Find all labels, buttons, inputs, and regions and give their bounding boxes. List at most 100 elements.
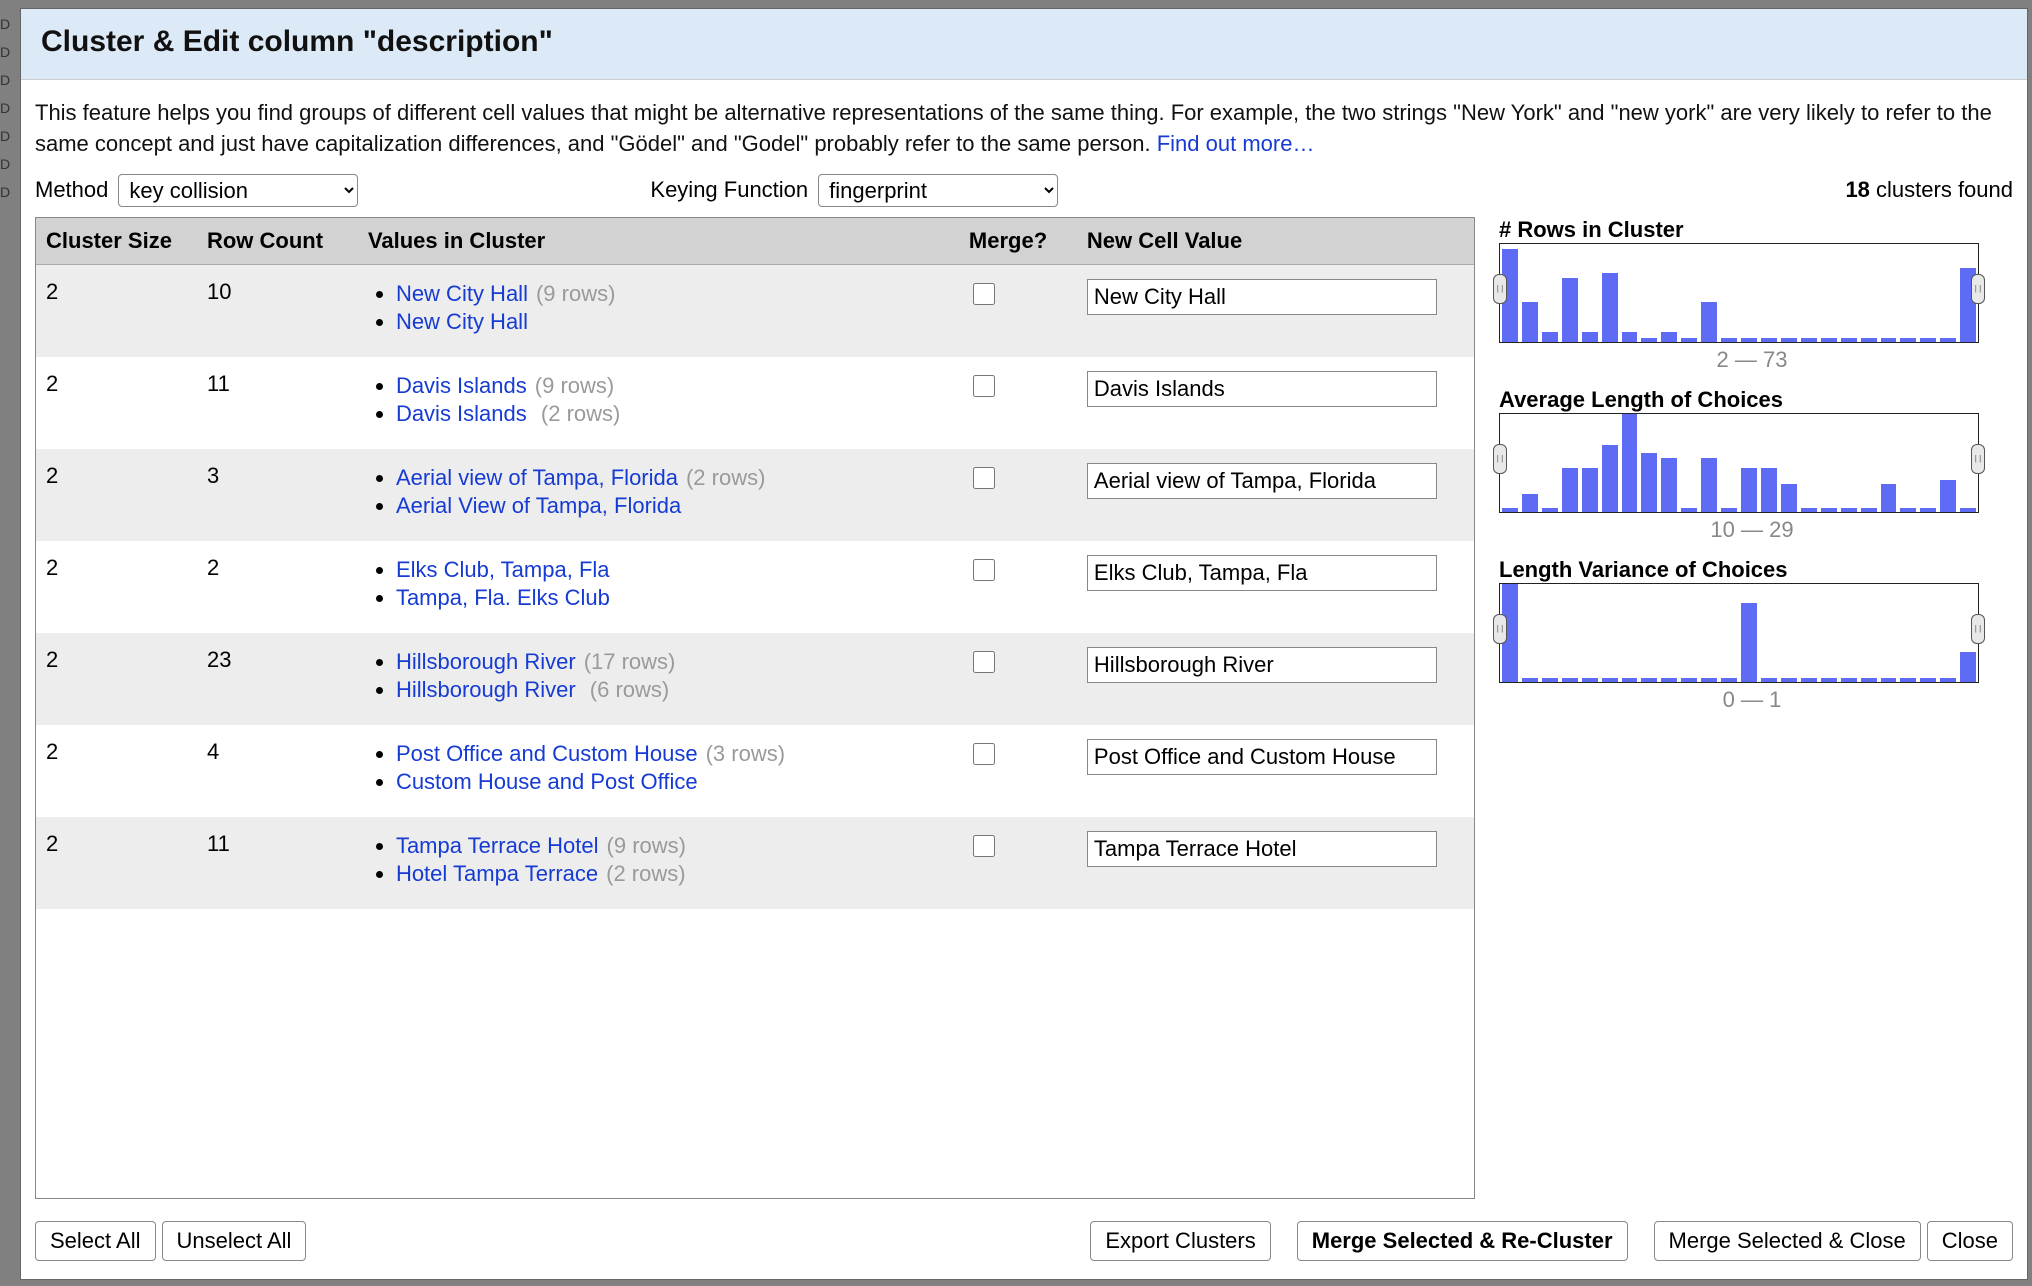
cluster-value-link[interactable]: Elks Club, Tampa, Fla	[396, 557, 610, 582]
table-row: 24Post Office and Custom House(3 rows)Cu…	[36, 725, 1474, 817]
histogram-bar	[1641, 678, 1657, 682]
cell-new-value	[1077, 264, 1474, 357]
cell-new-value	[1077, 725, 1474, 817]
row-count-note: (9 rows)	[535, 373, 614, 398]
histogram-bar	[1721, 338, 1737, 342]
histogram-bar	[1761, 678, 1777, 682]
histogram-bar	[1841, 508, 1857, 512]
cluster-value-link[interactable]: Hotel Tampa Terrace	[396, 861, 598, 886]
histogram-bar	[1741, 338, 1757, 342]
cell-merge	[959, 817, 1077, 909]
histogram-bar	[1940, 338, 1956, 342]
new-value-input[interactable]	[1087, 647, 1437, 683]
edge-marker: D	[0, 66, 20, 94]
cell-values: Hillsborough River(17 rows)Hillsborough …	[358, 633, 959, 725]
histogram-bar	[1881, 484, 1897, 511]
cell-row-count: 10	[197, 264, 358, 357]
intro-text: This feature helps you find groups of di…	[35, 98, 2013, 160]
select-all-button[interactable]: Select All	[35, 1221, 156, 1261]
histogram-bar	[1900, 338, 1916, 342]
hist2-box[interactable]: | | | |	[1499, 413, 1979, 513]
row-count-note: (3 rows)	[706, 741, 785, 766]
hist1-box[interactable]: | | | |	[1499, 243, 1979, 343]
histogram-bar	[1661, 458, 1677, 512]
cluster-value-link[interactable]: Hillsborough River	[396, 649, 576, 674]
cell-values: Aerial view of Tampa, Florida(2 rows)Aer…	[358, 449, 959, 541]
histogram-bar	[1861, 338, 1877, 342]
edge-marker: D	[0, 150, 20, 178]
cell-values: New City Hall(9 rows)New City Hall	[358, 264, 959, 357]
new-value-input[interactable]	[1087, 279, 1437, 315]
list-item: Aerial view of Tampa, Florida(2 rows)	[396, 465, 949, 491]
histogram-bar	[1681, 338, 1697, 342]
cluster-value-link[interactable]: Aerial View of Tampa, Florida	[396, 493, 681, 518]
hist3-box[interactable]: | | | |	[1499, 583, 1979, 683]
unselect-all-button[interactable]: Unselect All	[162, 1221, 307, 1261]
histogram-bar	[1900, 508, 1916, 512]
hist3-handle-left[interactable]: | |	[1493, 614, 1507, 644]
histogram-bar	[1881, 338, 1897, 342]
dialog-header: Cluster & Edit column "description"	[21, 9, 2027, 80]
find-out-more-link[interactable]: Find out more…	[1157, 131, 1315, 156]
merge-recluster-button[interactable]: Merge Selected & Re-Cluster	[1297, 1221, 1628, 1261]
method-select[interactable]: key collision	[118, 174, 358, 207]
hist1-handle-right[interactable]: | |	[1971, 274, 1985, 304]
clusters-table-wrap[interactable]: Cluster Size Row Count Values in Cluster…	[35, 217, 1475, 1199]
cluster-value-link[interactable]: Davis Islands	[396, 401, 533, 426]
cluster-value-link[interactable]: New City Hall	[396, 309, 528, 334]
row-count-note: (2 rows)	[541, 401, 620, 426]
list-item: New City Hall(9 rows)	[396, 281, 949, 307]
histogram-bar	[1542, 332, 1558, 342]
cell-merge	[959, 725, 1077, 817]
cluster-value-link[interactable]: New City Hall	[396, 281, 528, 306]
export-clusters-button[interactable]: Export Clusters	[1090, 1221, 1270, 1261]
histogram-bar	[1681, 678, 1697, 682]
dialog-title: Cluster & Edit column "description"	[41, 25, 2007, 59]
new-value-input[interactable]	[1087, 739, 1437, 775]
merge-checkbox[interactable]	[973, 743, 995, 765]
cluster-value-link[interactable]: Davis Islands	[396, 373, 527, 398]
new-value-input[interactable]	[1087, 831, 1437, 867]
cluster-value-link[interactable]: Hillsborough River	[396, 677, 582, 702]
cluster-value-link[interactable]: Post Office and Custom House	[396, 741, 698, 766]
cell-merge	[959, 541, 1077, 633]
cell-merge	[959, 264, 1077, 357]
cell-merge	[959, 357, 1077, 449]
merge-checkbox[interactable]	[973, 467, 995, 489]
cell-cluster-size: 2	[36, 817, 197, 909]
merge-checkbox[interactable]	[973, 559, 995, 581]
new-value-input[interactable]	[1087, 371, 1437, 407]
hist2-handle-right[interactable]: | |	[1971, 444, 1985, 474]
histogram-bar	[1721, 678, 1737, 682]
cluster-value-link[interactable]: Tampa, Fla. Elks Club	[396, 585, 610, 610]
cluster-value-link[interactable]: Tampa Terrace Hotel	[396, 833, 599, 858]
cluster-value-link[interactable]: Custom House and Post Office	[396, 769, 698, 794]
list-item: Tampa Terrace Hotel(9 rows)	[396, 833, 949, 859]
hist3-handle-right[interactable]: | |	[1971, 614, 1985, 644]
histogram-bar	[1622, 332, 1638, 342]
keying-function-select[interactable]: fingerprint	[818, 174, 1058, 207]
hist2-handle-left[interactable]: | |	[1493, 444, 1507, 474]
close-button[interactable]: Close	[1927, 1221, 2013, 1261]
cell-values: Tampa Terrace Hotel(9 rows)Hotel Tampa T…	[358, 817, 959, 909]
histogram-bar	[1542, 508, 1558, 512]
cell-merge	[959, 633, 1077, 725]
hist3-range: 0 — 1	[1499, 687, 2005, 713]
merge-checkbox[interactable]	[973, 835, 995, 857]
cell-cluster-size: 2	[36, 541, 197, 633]
cluster-value-link[interactable]: Aerial view of Tampa, Florida	[396, 465, 678, 490]
merge-checkbox[interactable]	[973, 651, 995, 673]
histogram-bar	[1741, 468, 1757, 512]
histogram-bar	[1502, 508, 1518, 512]
histogram-bar	[1701, 458, 1717, 512]
merge-close-button[interactable]: Merge Selected & Close	[1654, 1221, 1921, 1261]
new-value-input[interactable]	[1087, 555, 1437, 591]
histogram-bar	[1602, 678, 1618, 682]
cell-values: Elks Club, Tampa, Fla Tampa, Fla. Elks Cl…	[358, 541, 959, 633]
histogram-bar	[1960, 652, 1976, 681]
histogram-bar	[1940, 480, 1956, 511]
hist1-handle-left[interactable]: | |	[1493, 274, 1507, 304]
new-value-input[interactable]	[1087, 463, 1437, 499]
merge-checkbox[interactable]	[973, 375, 995, 397]
merge-checkbox[interactable]	[973, 283, 995, 305]
